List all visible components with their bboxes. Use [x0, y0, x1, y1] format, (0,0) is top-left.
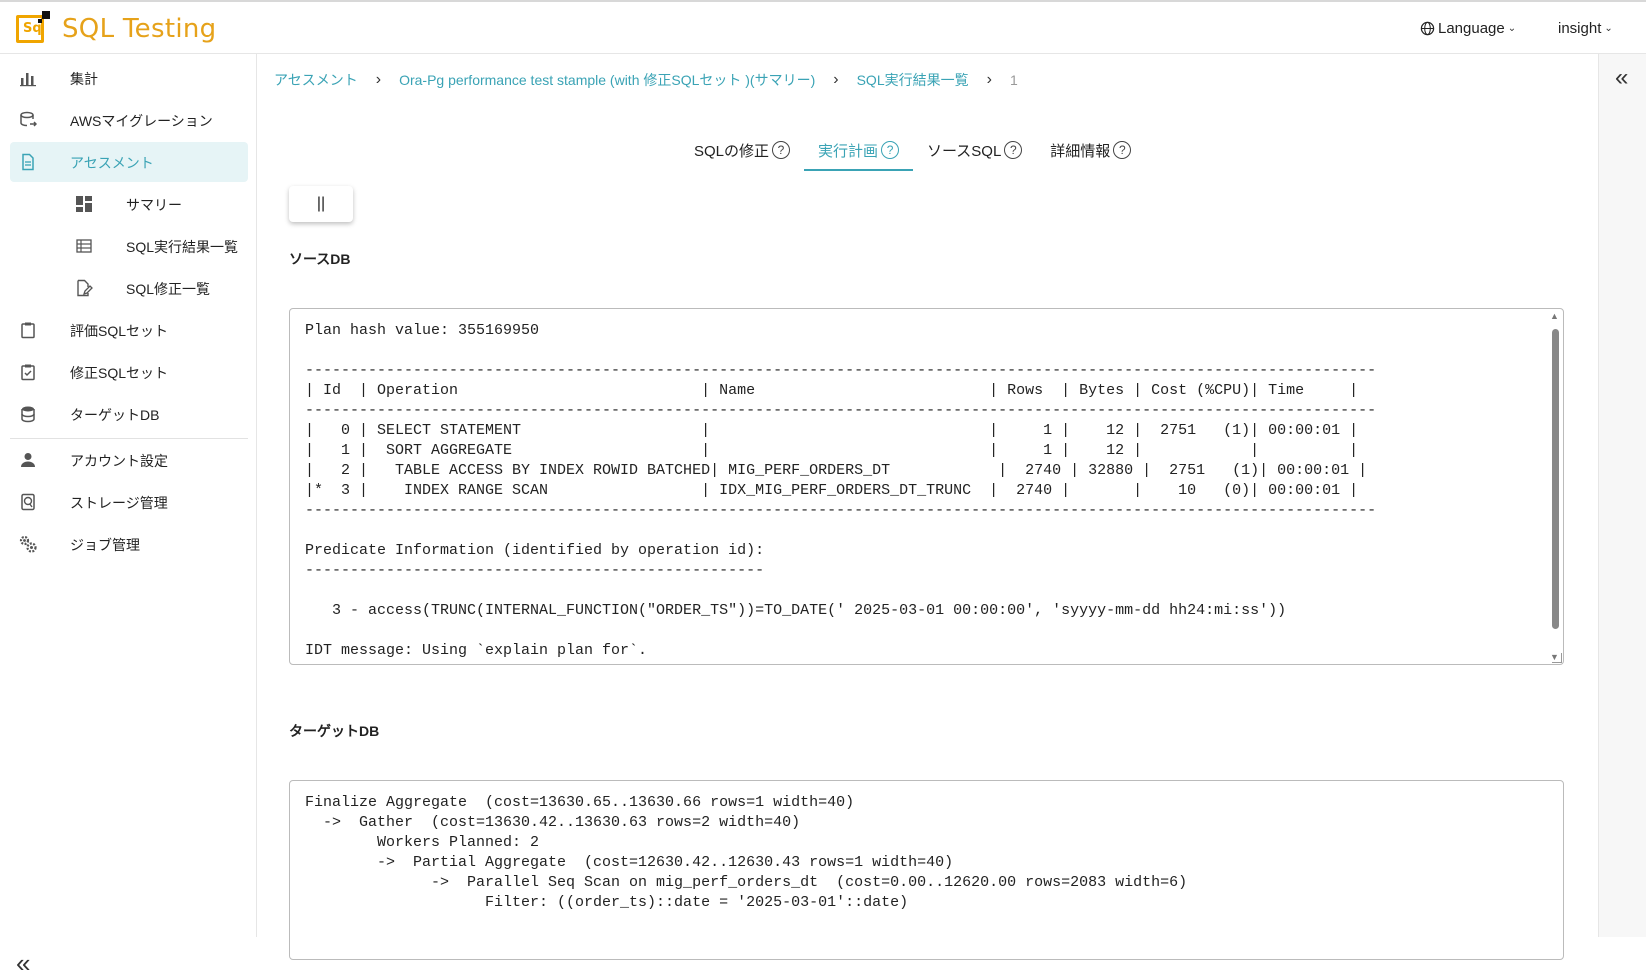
help-icon[interactable]: ? [1004, 141, 1023, 159]
sidebar-item-eval-sql-set[interactable]: 評価SQLセット [10, 310, 248, 350]
sidebar-item-label: 集計 [70, 71, 98, 87]
storage-icon [18, 492, 38, 512]
sidebar-item-sql-fixes[interactable]: SQL修正一覧 [10, 268, 248, 308]
language-label: Language [1438, 20, 1505, 37]
sidebar-item-summary[interactable]: サマリー [10, 184, 248, 224]
sidebar-item-account-settings[interactable]: アカウント設定 [10, 440, 248, 480]
chevron-right-icon: › [375, 71, 382, 88]
sidebar-item-sql-results[interactable]: SQL実行結果一覧 [10, 226, 248, 266]
dashboard-icon [74, 194, 94, 214]
sidebar-item-summary-stats[interactable]: 集計 [10, 58, 248, 98]
source-db-plan-box[interactable]: Plan hash value: 355169950 -------------… [289, 308, 1564, 665]
breadcrumb-current: 1 [1009, 72, 1018, 88]
collapse-sidebar-icon[interactable]: « [16, 950, 30, 976]
database-migration-icon [18, 110, 38, 130]
person-icon [18, 450, 38, 470]
breadcrumb-link-sql-results[interactable]: SQL実行結果一覧 [857, 70, 969, 90]
help-icon[interactable]: ? [1113, 141, 1132, 159]
sidebar-item-assessment[interactable]: アセスメント [10, 142, 248, 182]
target-db-label: ターゲットDB [289, 723, 380, 739]
target-db-plan-text: Finalize Aggregate (cost=13630.65..13630… [305, 794, 1188, 911]
tab-label: 実行計画 [818, 142, 879, 160]
target-db-plan-box[interactable]: Finalize Aggregate (cost=13630.65..13630… [289, 780, 1564, 960]
user-menu[interactable]: insight ⌄ [1558, 20, 1613, 37]
tab-bar: SQLの修正 ? 実行計画 ? ソースSQL ? 詳細情報 ? [680, 130, 1145, 171]
app-title: SQL Testing [62, 14, 217, 44]
logo-text: Sq [23, 21, 42, 36]
bar-chart-icon [18, 68, 38, 88]
tab-execution-plan[interactable]: 実行計画 ? [804, 130, 914, 171]
user-label: insight [1558, 20, 1602, 37]
sidebar-item-label: アセスメント [70, 155, 154, 171]
tab-label: 詳細情報 [1050, 142, 1111, 160]
breadcrumb-link-assessment[interactable]: アセスメント [274, 70, 358, 90]
tab-source-sql[interactable]: ソースSQL ? [913, 130, 1036, 170]
sidebar-item-target-db[interactable]: ターゲットDB [10, 394, 248, 434]
help-icon[interactable]: ? [881, 141, 900, 159]
sidebar-item-label: サマリー [126, 197, 182, 213]
resize-handle-icon[interactable] [1552, 653, 1562, 663]
sidebar-item-storage[interactable]: ストレージ管理 [10, 482, 248, 522]
gears-icon [18, 534, 38, 554]
tab-details[interactable]: 詳細情報 ? [1036, 130, 1145, 170]
pause-button[interactable]: || [289, 186, 353, 222]
tab-sql-fix[interactable]: SQLの修正 ? [680, 130, 804, 170]
app-logo: Sq [16, 11, 52, 47]
chevron-down-icon: ⌄ [1507, 23, 1517, 34]
chevron-right-icon: › [833, 71, 839, 88]
language-selector[interactable]: Language ⌄ [1420, 20, 1516, 37]
sidebar-item-label: ストレージ管理 [70, 495, 168, 511]
sidebar-item-label: SQL修正一覧 [126, 281, 211, 297]
source-db-label: ソースDB [289, 251, 351, 267]
sidebar-item-job-management[interactable]: ジョブ管理 [10, 524, 248, 564]
right-panel: « [1598, 54, 1646, 937]
scroll-up-icon[interactable]: ▲ [1550, 311, 1559, 321]
tab-label: SQLの修正 [694, 142, 770, 160]
app-header: Sq SQL Testing Language ⌄ insight ⌄ [0, 2, 1646, 54]
sidebar-item-label: SQL実行結果一覧 [126, 239, 239, 255]
sidebar-item-label: AWSマイグレーション [70, 113, 213, 129]
sidebar-item-label: 評価SQLセット [70, 323, 169, 339]
breadcrumb: アセスメント › Ora-Pg performance test stample… [274, 70, 1018, 90]
edit-document-icon [74, 278, 94, 298]
sidebar-item-label: アカウント設定 [70, 453, 168, 469]
clipboard-check-icon [18, 362, 38, 382]
breadcrumb-link-assessment-summary[interactable]: Ora-Pg performance test stample (with 修正… [399, 70, 815, 90]
sidebar-item-fix-sql-set[interactable]: 修正SQLセット [10, 352, 248, 392]
sidebar-item-aws-migration[interactable]: AWSマイグレーション [10, 100, 248, 140]
expand-panel-icon[interactable]: « [1615, 66, 1628, 90]
sidebar-divider [10, 438, 248, 439]
sidebar: 集計 AWSマイグレーション アセスメント サマリー SQL実行結果一覧 SQL… [0, 54, 257, 976]
clipboard-icon [18, 320, 38, 340]
globe-icon [1420, 21, 1435, 36]
sidebar-item-label: ジョブ管理 [70, 537, 140, 553]
chevron-down-icon: ⌄ [1604, 23, 1613, 34]
sidebar-item-label: 修正SQLセット [70, 365, 169, 381]
list-icon [74, 236, 94, 256]
chevron-right-icon: › [986, 71, 992, 88]
sidebar-item-label: ターゲットDB [70, 407, 160, 423]
database-icon [18, 404, 38, 424]
scrollbar-thumb[interactable] [1552, 329, 1559, 629]
help-icon[interactable]: ? [772, 141, 791, 159]
tab-label: ソースSQL [927, 142, 1002, 160]
source-db-plan-text: Plan hash value: 355169950 -------------… [305, 322, 1377, 659]
document-icon [18, 152, 38, 172]
vertical-scrollbar[interactable]: ▲ ▼ [1549, 311, 1561, 662]
